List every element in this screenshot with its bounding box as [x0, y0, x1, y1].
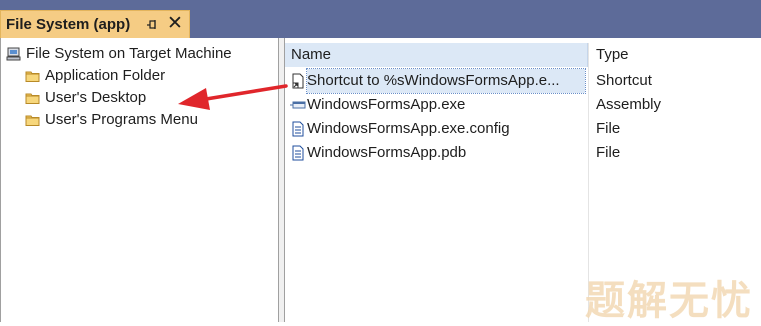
file-icon — [292, 145, 304, 161]
pin-icon[interactable] — [144, 17, 160, 33]
folder-icon — [25, 71, 40, 82]
file-name: WindowsFormsApp.exe — [307, 96, 466, 113]
close-icon[interactable]: ✕ — [167, 14, 183, 34]
file-type: File — [596, 120, 621, 137]
list-row-shortcut[interactable]: Shortcut to %sWindowsFormsApp.e... Short… — [285, 68, 761, 94]
list-row-exe[interactable]: WindowsFormsApp.exe Assembly — [285, 93, 761, 117]
file-type: File — [596, 144, 621, 161]
watermark: 题解无忧 — [585, 279, 753, 323]
tree-item-label: User's Programs Menu — [45, 111, 198, 128]
tree-item-label: Application Folder — [45, 67, 166, 84]
tab-file-system[interactable]: File System (app) ✕ — [0, 10, 190, 38]
file-name: WindowsFormsApp.pdb — [307, 144, 467, 161]
file-type: Assembly — [596, 96, 662, 113]
folder-icon — [25, 93, 40, 104]
tree-item-label: User's Desktop — [45, 89, 147, 106]
folder-icon — [25, 115, 40, 126]
tree-item-label: File System on Target Machine — [26, 45, 232, 62]
computer-icon — [6, 47, 21, 61]
file-icon — [292, 121, 304, 137]
column-header-name[interactable]: Name — [285, 43, 588, 67]
column-header-type[interactable]: Type — [589, 43, 761, 67]
file-type: Shortcut — [596, 72, 652, 89]
assembly-icon — [290, 101, 306, 109]
tool-window-tabbar: File System (app) ✕ — [0, 0, 761, 38]
file-name: WindowsFormsApp.exe.config — [307, 120, 510, 137]
pane-splitter[interactable] — [278, 38, 285, 322]
shortcut-icon — [292, 73, 304, 89]
tab-title: File System (app) — [6, 16, 131, 33]
list-row-config[interactable]: WindowsFormsApp.exe.config File — [285, 117, 761, 141]
target-machine-tree: File System on Target Machine Applicatio… — [1, 38, 278, 322]
file-name: Shortcut to %sWindowsFormsApp.e... — [306, 68, 586, 94]
list-row-pdb[interactable]: WindowsFormsApp.pdb File — [285, 141, 761, 165]
